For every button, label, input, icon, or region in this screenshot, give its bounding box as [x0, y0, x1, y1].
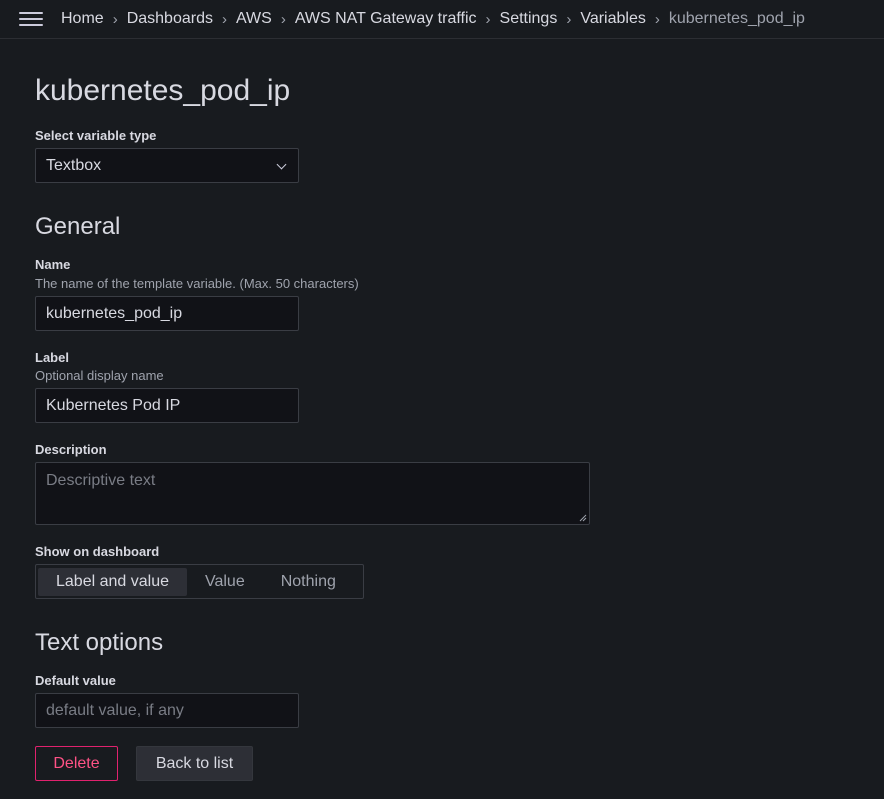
description-textarea[interactable]: Descriptive text — [35, 462, 590, 525]
name-input-value: kubernetes_pod_ip — [46, 304, 183, 322]
label-description: Optional display name — [35, 368, 164, 383]
hamburger-menu-icon[interactable] — [19, 10, 43, 28]
breadcrumb-variables[interactable]: Variables — [580, 10, 646, 28]
description-label: Description — [35, 442, 107, 457]
variable-type-value: Textbox — [46, 156, 102, 174]
top-navbar: Home › Dashboards › AWS › AWS NAT Gatewa… — [0, 0, 884, 39]
default-value-label: Default value — [35, 673, 116, 688]
chevron-right-icon: › — [221, 10, 227, 28]
default-value-input[interactable]: default value, if any — [35, 693, 299, 728]
show-on-dashboard-radio-group: Label and value Value Nothing — [35, 564, 364, 599]
breadcrumb-dashboard[interactable]: AWS NAT Gateway traffic — [295, 10, 477, 28]
name-description: The name of the template variable. (Max.… — [35, 276, 359, 291]
description-placeholder: Descriptive text — [46, 472, 156, 489]
back-to-list-button[interactable]: Back to list — [136, 746, 253, 781]
label-input-value: Kubernetes Pod IP — [46, 396, 181, 414]
breadcrumb-home[interactable]: Home — [61, 10, 104, 28]
radio-nothing[interactable]: Nothing — [263, 568, 354, 596]
variable-type-label: Select variable type — [35, 128, 157, 143]
breadcrumb-aws[interactable]: AWS — [236, 10, 272, 28]
name-input[interactable]: kubernetes_pod_ip — [35, 296, 299, 331]
show-on-dashboard-label: Show on dashboard — [35, 544, 160, 559]
chevron-down-icon — [276, 159, 287, 170]
breadcrumb-dashboards[interactable]: Dashboards — [127, 10, 213, 28]
radio-label-and-value[interactable]: Label and value — [38, 567, 187, 596]
breadcrumb-current: kubernetes_pod_ip — [668, 10, 805, 27]
label-input[interactable]: Kubernetes Pod IP — [35, 388, 299, 423]
delete-button[interactable]: Delete — [35, 746, 118, 781]
radio-value[interactable]: Value — [187, 568, 263, 596]
variable-type-select[interactable]: Textbox — [35, 148, 299, 183]
resize-grip-icon[interactable] — [579, 514, 587, 522]
breadcrumb: Home › Dashboards › AWS › AWS NAT Gatewa… — [61, 10, 805, 28]
text-options-section-title: Text options — [35, 629, 164, 656]
chevron-right-icon: › — [654, 10, 660, 28]
page-title: kubernetes_pod_ip — [35, 74, 291, 107]
label-label: Label — [35, 350, 69, 365]
breadcrumb-settings[interactable]: Settings — [500, 10, 558, 28]
chevron-right-icon: › — [485, 10, 491, 28]
chevron-right-icon: › — [280, 10, 286, 28]
chevron-right-icon: › — [112, 10, 118, 28]
name-label: Name — [35, 257, 71, 272]
default-value-placeholder: default value, if any — [46, 701, 184, 719]
chevron-right-icon: › — [566, 10, 572, 28]
general-section-title: General — [35, 213, 121, 240]
